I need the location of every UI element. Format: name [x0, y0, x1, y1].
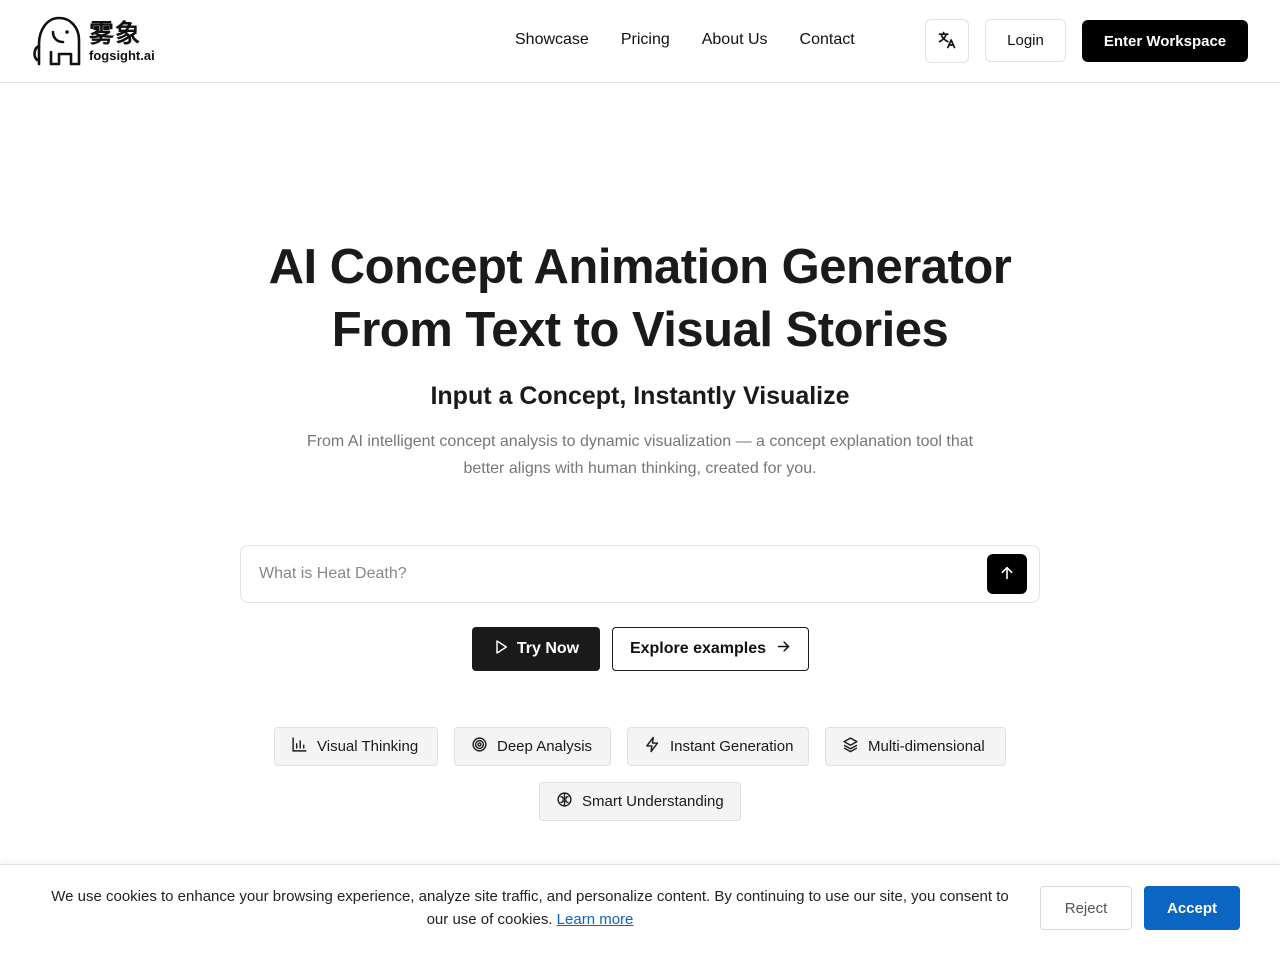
hero-description: From AI intelligent concept analysis to … [306, 433, 974, 477]
feature-label: Smart Understanding [582, 793, 724, 810]
bar-chart-icon [291, 736, 308, 757]
elephant-icon [31, 14, 83, 68]
try-now-button[interactable]: Try Now [472, 627, 600, 671]
layers-icon [842, 736, 859, 757]
cookie-text: We use cookies to enhance your browsing … [51, 888, 1009, 928]
explore-examples-button[interactable]: Explore examples [612, 627, 809, 671]
accept-cookies-button[interactable]: Accept [1144, 886, 1240, 930]
feature-chip-deep-analysis[interactable]: Deep Analysis [454, 727, 611, 766]
brand-logo[interactable]: 雾象 fogsight.ai [31, 14, 155, 68]
arrow-up-icon [999, 565, 1015, 584]
feature-label: Multi-dimensional [868, 738, 985, 755]
nav-about-us[interactable]: About Us [702, 30, 768, 50]
concept-input[interactable] [259, 560, 959, 588]
feature-label: Visual Thinking [317, 738, 419, 755]
login-button[interactable]: Login [985, 19, 1066, 62]
play-icon [493, 639, 509, 660]
hero-title-line1: AI Concept Animation Generator [268, 240, 1012, 294]
hero-subtitle: Input a Concept, Instantly Visualize [430, 382, 850, 410]
nav-contact[interactable]: Contact [800, 30, 855, 50]
brain-icon [556, 791, 573, 812]
feature-chip-instant-generation[interactable]: Instant Generation [627, 727, 809, 766]
reject-cookies-button[interactable]: Reject [1040, 886, 1132, 930]
cookie-banner: We use cookies to enhance your browsing … [0, 864, 1280, 960]
feature-label: Instant Generation [670, 738, 794, 755]
feature-label: Deep Analysis [497, 738, 593, 755]
cookie-message: We use cookies to enhance your browsing … [40, 885, 1020, 931]
brand-name-cn: 雾象 [89, 18, 142, 48]
site-header: 雾象 fogsight.ai Showcase Pricing About Us… [0, 0, 1280, 83]
explore-examples-label: Explore examples [629, 640, 767, 657]
concept-search-box [240, 545, 1040, 603]
main-nav: Showcase Pricing About Us Contact [515, 30, 887, 50]
enter-workspace-button[interactable]: Enter Workspace [1082, 20, 1248, 62]
feature-chip-visual-thinking[interactable]: Visual Thinking [274, 727, 438, 766]
lightning-icon [644, 736, 661, 757]
hero-title-line2: From Text to Visual Stories [331, 303, 949, 357]
hero-title: AI Concept Animation Generator From Text… [0, 236, 1280, 362]
feature-chip-smart-understanding[interactable]: Smart Understanding [539, 782, 741, 821]
brand-name-en: fogsight.ai [89, 47, 155, 63]
translate-icon [937, 30, 957, 53]
nav-pricing[interactable]: Pricing [621, 30, 670, 50]
language-button[interactable] [925, 19, 969, 63]
target-icon [471, 736, 488, 757]
arrow-right-icon [776, 639, 791, 659]
nav-showcase[interactable]: Showcase [515, 30, 589, 50]
learn-more-link[interactable]: Learn more [557, 911, 634, 928]
feature-chip-multi-dimensional[interactable]: Multi-dimensional [825, 727, 1006, 766]
submit-button[interactable] [987, 554, 1027, 594]
try-now-label: Try Now [516, 640, 580, 657]
